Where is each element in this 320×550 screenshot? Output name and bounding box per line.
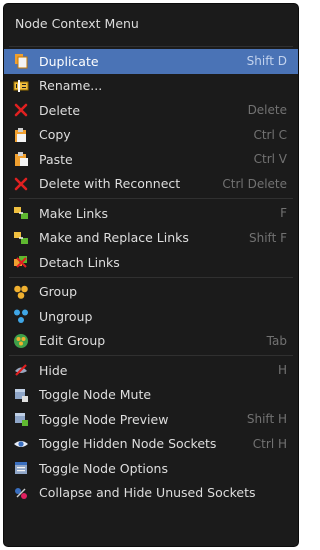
menu-item-shortcut: Shift H	[246, 412, 287, 426]
menu-item-shortcut: Ctrl C	[253, 127, 287, 142]
menu-item-label: Edit Group	[39, 333, 106, 349]
menu-item-label: Toggle Node Mute	[39, 387, 152, 403]
menu-item-make-links[interactable]: Make Links F	[4, 201, 298, 226]
ungroup-icon	[13, 308, 29, 324]
menu-item-collapse-and-hide-unused-sockets[interactable]: Collapse and Hide Unused Sockets	[4, 481, 298, 506]
menu-item-toggle-node-options[interactable]: Toggle Node Options	[4, 456, 298, 481]
menu-item-shortcut: Shift F	[249, 230, 287, 245]
node-options-icon	[13, 460, 29, 476]
menu-separator	[9, 46, 293, 47]
menu-item-rename[interactable]: Rename...	[4, 74, 298, 99]
menu-item-detach-links[interactable]: Detach Links	[4, 250, 298, 275]
menu-item-label: Rename...	[39, 78, 103, 94]
menu-item-label: Toggle Node Options	[39, 460, 168, 476]
preview-node-icon	[13, 411, 29, 427]
edit-group-icon	[13, 333, 29, 349]
menu-item-duplicate[interactable]: Duplicate Shift D	[4, 49, 298, 74]
make-links-icon	[13, 205, 29, 221]
menu-item-toggle-hidden-node-sockets[interactable]: Toggle Hidden Node Sockets Ctrl H	[4, 432, 298, 457]
menu-item-toggle-node-preview[interactable]: Toggle Node Preview Shift H	[4, 407, 298, 432]
menu-item-edit-group[interactable]: Edit Group Tab	[4, 329, 298, 354]
menu-separator	[9, 198, 293, 199]
rename-icon	[13, 78, 29, 94]
make-links-icon	[13, 230, 29, 246]
menu-item-hide[interactable]: Hide H	[4, 358, 298, 383]
menu-item-shortcut: Ctrl H	[252, 436, 287, 451]
menu-item-label: Hide	[39, 362, 68, 378]
menu-title: Node Context Menu	[15, 16, 139, 31]
menu-separator	[9, 355, 293, 356]
menu-item-label: Collapse and Hide Unused Sockets	[39, 485, 256, 501]
menu-item-label: Make Links	[39, 205, 109, 221]
mute-node-icon	[13, 387, 29, 403]
group-icon	[13, 284, 29, 300]
menu-item-group[interactable]: Group	[4, 280, 298, 305]
x-icon	[13, 102, 29, 118]
menu-item-delete[interactable]: Delete Delete	[4, 98, 298, 123]
menu-body: Duplicate Shift D Rename... Delete Delete Cop…	[4, 46, 298, 505]
menu-separator	[9, 276, 293, 278]
menu-item-copy[interactable]: Copy Ctrl C	[4, 123, 298, 148]
menu-item-shortcut: Tab	[266, 333, 287, 348]
menu-item-shortcut: H	[277, 363, 287, 377]
duplicate-icon	[13, 53, 29, 69]
menu-item-paste[interactable]: Paste Ctrl V	[4, 147, 298, 172]
menu-item-label: Group	[39, 284, 78, 300]
menu-item-shortcut: Ctrl Delete	[222, 176, 287, 191]
copy-icon	[13, 127, 29, 143]
paste-icon	[13, 151, 29, 167]
collapse-sockets-icon	[13, 485, 29, 501]
menu-item-label: Ungroup	[39, 308, 93, 324]
menu-item-shortcut: Shift D	[246, 54, 287, 68]
detach-links-icon	[13, 254, 29, 270]
menu-item-shortcut: Delete	[247, 103, 287, 117]
menu-item-label: Detach Links	[39, 254, 120, 270]
menu-item-ungroup[interactable]: Ungroup	[4, 304, 298, 329]
hide-icon	[13, 362, 29, 378]
menu-item-toggle-node-mute[interactable]: Toggle Node Mute	[4, 383, 298, 408]
menu-item-shortcut: Ctrl V	[253, 152, 287, 166]
node-context-menu: Node Context Menu Duplicate Shift D Rename…	[3, 3, 299, 547]
eye-icon	[13, 436, 29, 452]
menu-item-delete-with-reconnect[interactable]: Delete with Reconnect Ctrl Delete	[4, 172, 298, 197]
menu-item-shortcut: F	[280, 206, 287, 220]
menu-item-make-and-replace-links[interactable]: Make and Replace Links Shift F	[4, 226, 298, 251]
x-icon	[13, 176, 29, 192]
